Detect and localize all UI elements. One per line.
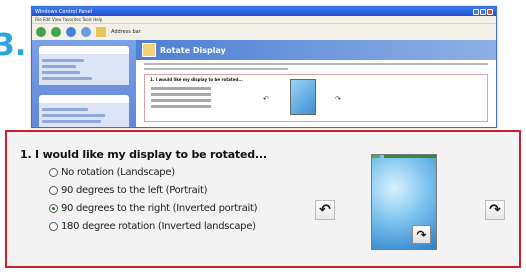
display-preview: ↷	[371, 154, 437, 250]
content-banner: Rotate Display	[136, 40, 496, 60]
radio-button[interactable]	[49, 222, 58, 231]
rotate-left-icon[interactable]: ↶	[263, 95, 269, 103]
task-link[interactable]	[42, 77, 93, 80]
window-titlebar: Windows Control Panel	[32, 7, 496, 16]
radio-button[interactable]	[49, 186, 58, 195]
mini-title: 1. I would like my display to be rotated…	[150, 77, 243, 82]
display-preview-thumbnail	[290, 79, 316, 115]
window-controls	[473, 8, 493, 15]
task-link[interactable]	[42, 65, 76, 68]
banner-title: Rotate Display	[160, 45, 226, 55]
menu-bar[interactable]: File Edit View Favorites Tools Help	[32, 16, 496, 24]
rotate-right-icon: ↷	[416, 227, 427, 242]
option-90-right[interactable]: 90 degrees to the right (Inverted portra…	[49, 203, 258, 214]
task-panel-head	[39, 95, 129, 103]
control-panel-window-thumbnail: Windows Control Panel File Edit View Fav…	[31, 6, 497, 128]
rotate-right-icon[interactable]: ↷	[335, 95, 341, 103]
option-label: 180 degree rotation (Inverted landscape)	[61, 221, 256, 232]
rotate-left-icon: ↶	[319, 202, 331, 218]
search-icon[interactable]	[81, 27, 91, 37]
preview-rotate-button[interactable]: ↷	[412, 225, 431, 244]
description-line	[144, 68, 288, 70]
rotation-options-panel: 1. I would like my display to be rotated…	[5, 130, 521, 268]
minimize-icon[interactable]	[473, 8, 479, 15]
task-link[interactable]	[42, 71, 80, 74]
task-pane	[32, 40, 136, 127]
option-180[interactable]: 180 degree rotation (Inverted landscape)	[49, 221, 256, 232]
maximize-icon[interactable]	[480, 8, 486, 15]
window-title: Windows Control Panel	[35, 8, 93, 15]
mini-option[interactable]	[151, 93, 211, 96]
mini-option[interactable]	[151, 99, 211, 102]
up-folder-icon[interactable]	[66, 27, 76, 37]
display-icon	[142, 43, 156, 57]
option-label: 90 degrees to the left (Portrait)	[61, 185, 208, 196]
task-panel-details	[39, 95, 129, 127]
option-label: 90 degrees to the right (Inverted portra…	[61, 203, 258, 214]
task-link[interactable]	[42, 59, 84, 62]
option-no-rotation[interactable]: No rotation (Landscape)	[49, 167, 175, 178]
content-area: Rotate Display 1. I would like my displa…	[136, 40, 496, 127]
task-link[interactable]	[42, 114, 105, 117]
radio-button[interactable]	[49, 168, 58, 177]
toolbar: Address bar	[32, 24, 496, 41]
option-label: No rotation (Landscape)	[61, 167, 175, 178]
mini-option[interactable]	[151, 105, 211, 108]
description-line	[144, 63, 488, 65]
rotation-heading: 1. I would like my display to be rotated…	[20, 148, 267, 161]
forward-icon[interactable]	[51, 27, 61, 37]
back-icon[interactable]	[36, 27, 46, 37]
option-90-left[interactable]: 90 degrees to the left (Portrait)	[49, 185, 207, 196]
preview-indicator	[372, 155, 380, 158]
radio-button-selected[interactable]	[49, 204, 58, 213]
address-label: Address bar	[111, 29, 141, 35]
preview-indicator	[384, 155, 436, 158]
task-panel-head	[39, 46, 129, 54]
rotate-box-thumbnail: 1. I would like my display to be rotated…	[144, 74, 488, 122]
mini-option[interactable]	[151, 87, 211, 90]
close-icon[interactable]	[487, 8, 493, 15]
rotate-right-icon: ↷	[489, 202, 501, 218]
task-panel-tasks	[39, 46, 129, 85]
task-link[interactable]	[42, 120, 101, 123]
task-link[interactable]	[42, 108, 89, 111]
rotate-right-button[interactable]: ↷	[485, 200, 505, 220]
folders-icon[interactable]	[96, 27, 106, 37]
step-number: 3.	[0, 28, 27, 63]
rotate-left-button[interactable]: ↶	[315, 200, 335, 220]
